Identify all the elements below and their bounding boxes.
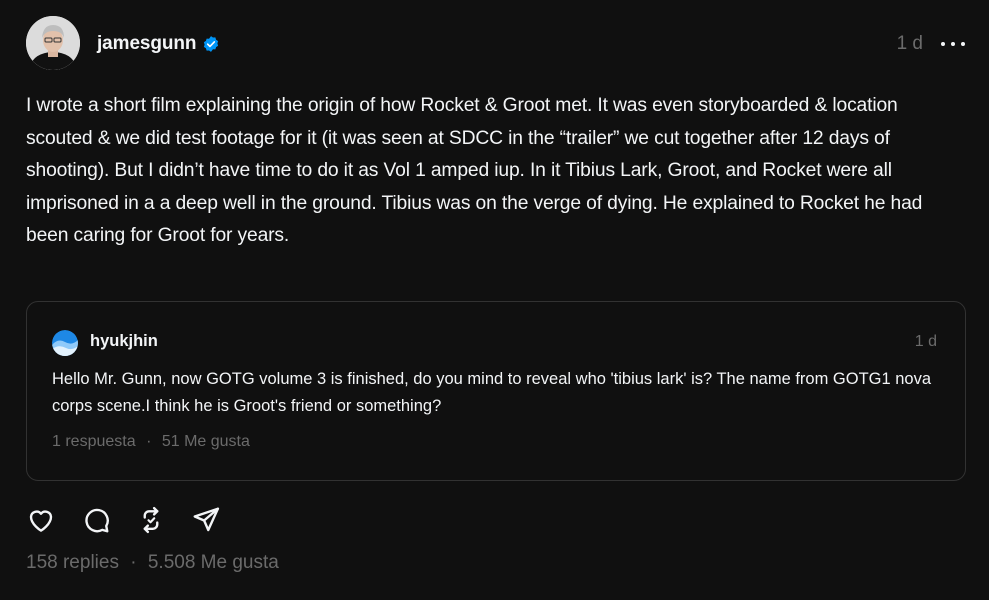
- more-dot: [941, 42, 945, 46]
- author-username[interactable]: jamesgunn: [97, 33, 197, 55]
- likes-count[interactable]: 5.508 Me gusta: [148, 552, 279, 573]
- post-stats: 158 replies · 5.508 Me gusta: [26, 552, 279, 574]
- repost-icon: [143, 506, 159, 534]
- thread-post: jamesgunn 1 d I wrote a short film expla…: [0, 0, 989, 600]
- quoted-avatar-image: [52, 330, 78, 356]
- comment-icon: [85, 508, 109, 533]
- more-options-icon[interactable]: [941, 34, 965, 54]
- quoted-stats-separator: ·: [146, 433, 152, 450]
- action-bar: [26, 504, 246, 536]
- stats-separator: ·: [130, 552, 137, 573]
- send-icon: [193, 507, 220, 532]
- quoted-author-avatar[interactable]: [52, 330, 78, 356]
- quoted-timestamp: 1 d: [914, 333, 937, 350]
- author-row: jamesgunn: [97, 30, 220, 58]
- author-avatar[interactable]: [26, 16, 80, 70]
- more-dot: [961, 42, 965, 46]
- quoted-post-card[interactable]: hyukjhin 1 d Hello Mr. Gunn, now GOTG vo…: [26, 301, 966, 481]
- author-avatar-image: [26, 16, 80, 70]
- verified-badge-icon: [204, 36, 219, 52]
- quoted-replies[interactable]: 1 respuesta: [52, 433, 136, 450]
- reply-button[interactable]: [81, 505, 111, 535]
- post-text: I wrote a short film explaining the orig…: [26, 95, 923, 246]
- more-dot: [951, 42, 955, 46]
- heart-icon: [29, 510, 53, 532]
- quoted-text: Hello Mr. Gunn, now GOTG volume 3 is fin…: [52, 370, 932, 415]
- share-button[interactable]: [191, 505, 221, 535]
- quoted-likes[interactable]: 51 Me gusta: [162, 433, 250, 450]
- replies-count[interactable]: 158 replies: [26, 552, 119, 573]
- quoted-author-username[interactable]: hyukjhin: [90, 332, 158, 351]
- quoted-stats: 1 respuesta · 51 Me gusta: [52, 433, 250, 451]
- repost-button[interactable]: [136, 505, 166, 535]
- like-button[interactable]: [26, 505, 56, 535]
- post-timestamp: 1 d: [896, 33, 923, 54]
